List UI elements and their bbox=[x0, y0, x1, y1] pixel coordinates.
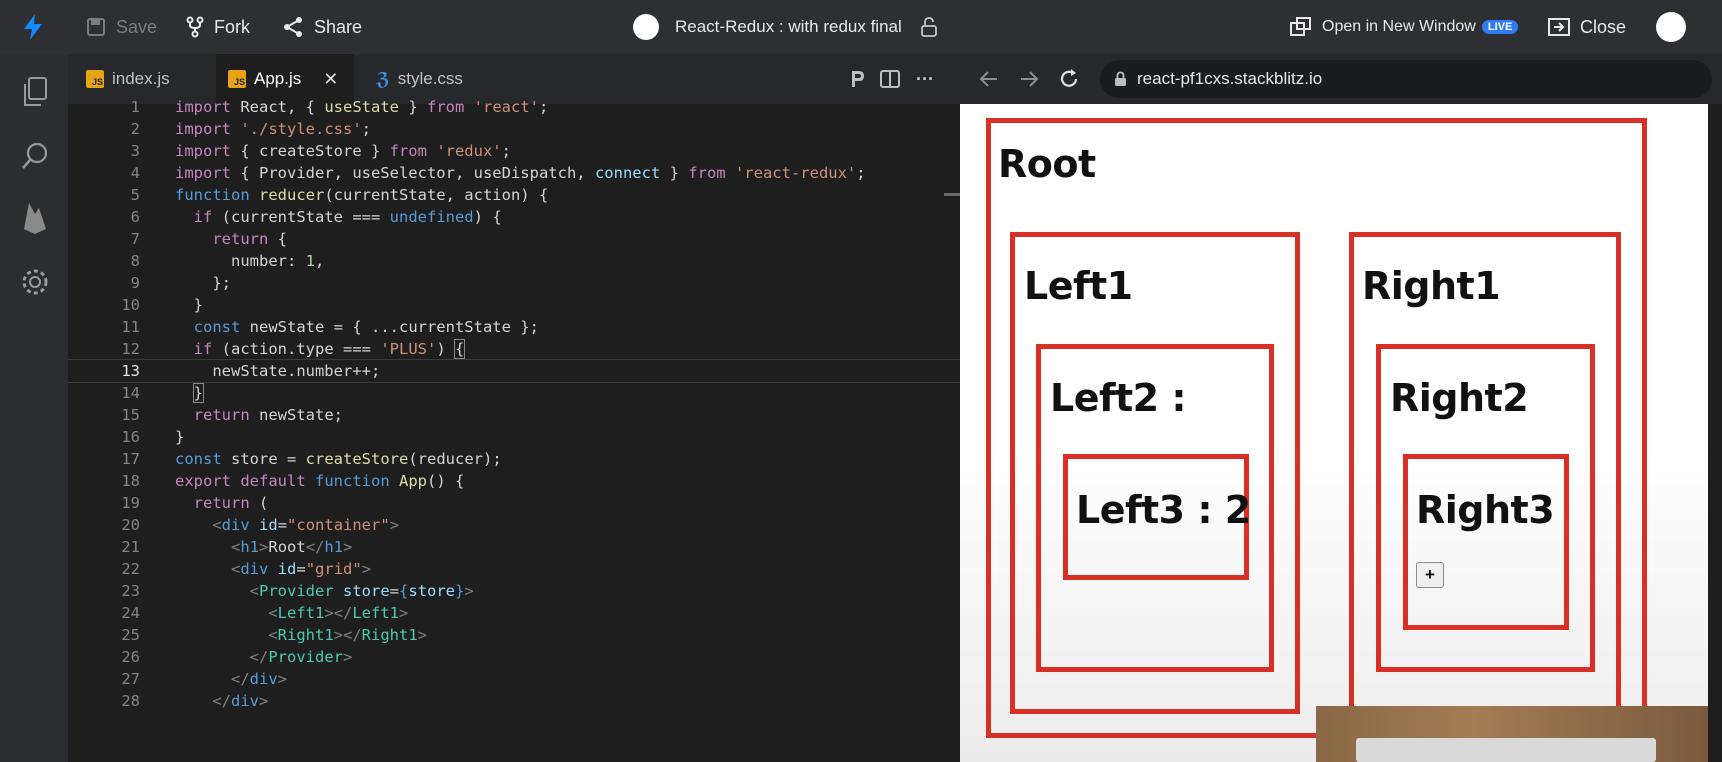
code-line: 25 <Right1></Right1> bbox=[121, 626, 428, 644]
save-button[interactable]: Save bbox=[86, 0, 157, 54]
code-line: 22 <div id="grid"> bbox=[121, 560, 372, 578]
app-preview: Root Left1 Left2 : Left3 : 2 Right1 Righ… bbox=[960, 104, 1708, 762]
activity-bar bbox=[0, 54, 68, 762]
code-line: 15 return newState; bbox=[121, 406, 343, 424]
left3-heading: Left3 : 2 bbox=[1076, 488, 1251, 532]
top-bar: Save Fork Share React-Redux : with redux… bbox=[0, 0, 1722, 54]
project-title-area: React-Redux : with redux final bbox=[633, 0, 938, 54]
close-preview-icon bbox=[1548, 18, 1570, 36]
open-new-window-label: Open in New Window bbox=[1322, 18, 1476, 35]
share-label: Share bbox=[314, 16, 363, 37]
fork-label: Fork bbox=[214, 16, 250, 37]
plus-button[interactable]: + bbox=[1416, 562, 1444, 588]
back-icon[interactable] bbox=[976, 66, 1002, 92]
code-line: 12 if (action.type === 'PLUS') { bbox=[121, 339, 466, 359]
save-label: Save bbox=[116, 16, 158, 37]
code-line: 27 </div> bbox=[121, 670, 288, 688]
tab-label: style.css bbox=[397, 69, 463, 88]
right3-container bbox=[1403, 454, 1569, 630]
unlock-icon[interactable] bbox=[920, 17, 938, 37]
code-line: 1 import React, { useState } from 'react'… bbox=[130, 98, 549, 116]
code-line: 17 const store = createStore(reducer); bbox=[121, 450, 502, 468]
live-badge: LIVE bbox=[1481, 20, 1519, 34]
stackblitz-logo-icon[interactable] bbox=[22, 0, 54, 54]
refresh-icon[interactable] bbox=[1056, 66, 1082, 92]
share-button[interactable]: Share bbox=[282, 0, 362, 54]
code-line: 8 number: 1, bbox=[130, 252, 325, 270]
save-icon bbox=[87, 18, 105, 36]
tab-label: index.js bbox=[112, 69, 170, 88]
left1-heading: Left1 bbox=[1024, 264, 1133, 308]
fork-button[interactable]: Fork bbox=[186, 0, 250, 54]
tab-label: App.js bbox=[254, 69, 302, 88]
lock-icon bbox=[1115, 71, 1126, 86]
share-icon bbox=[284, 17, 302, 37]
code-line: 10 } bbox=[121, 296, 203, 314]
code-line: 23 <Provider store={store}> bbox=[121, 582, 474, 600]
firebase-icon[interactable] bbox=[17, 200, 53, 236]
keyboard-image bbox=[1356, 738, 1656, 762]
code-line: 6 if (currentState === undefined) { bbox=[130, 208, 502, 226]
right3-heading: Right3 bbox=[1416, 488, 1555, 532]
open-new-window-button[interactable]: Open in New Window LIVE bbox=[1290, 0, 1519, 54]
root-heading: Root bbox=[998, 142, 1096, 186]
code-line: 9 }; bbox=[130, 274, 231, 292]
settings-icon[interactable] bbox=[17, 264, 53, 300]
code-line: 18 export default function App() { bbox=[121, 472, 465, 490]
code-line: 2 import './style.css'; bbox=[130, 120, 372, 138]
preview-toolbar: react-pf1cxs.stackblitz.io bbox=[960, 54, 1722, 104]
preview-scrollbar[interactable] bbox=[1708, 104, 1722, 762]
code-line: 4 import { Provider, useSelector, useDisp… bbox=[130, 164, 866, 182]
code-line: 3 import { createStore } from 'redux'; bbox=[130, 142, 511, 160]
code-line: 26 </Provider> bbox=[121, 648, 353, 666]
user-avatar[interactable] bbox=[1656, 0, 1686, 54]
code-line: 28 </div> bbox=[121, 692, 269, 710]
code-line: 14 } bbox=[121, 383, 205, 403]
code-line: 7 return { bbox=[130, 230, 287, 248]
files-icon[interactable] bbox=[17, 74, 53, 110]
code-line: 11 const newState = { ...currentState }; bbox=[121, 318, 539, 336]
project-owner-avatar[interactable] bbox=[633, 14, 659, 40]
fork-icon bbox=[186, 16, 204, 38]
code-line: 16} bbox=[121, 428, 185, 446]
right2-heading: Right2 bbox=[1390, 376, 1529, 420]
code-line: 5 function reducer(currentState, action) … bbox=[130, 186, 549, 204]
search-icon[interactable] bbox=[17, 138, 53, 174]
forward-icon[interactable] bbox=[1016, 66, 1042, 92]
editor-scroll-marker[interactable] bbox=[944, 193, 960, 196]
js-file-icon: JS bbox=[228, 70, 246, 88]
left2-heading: Left2 : bbox=[1050, 376, 1187, 420]
close-label: Close bbox=[1580, 16, 1627, 37]
project-title[interactable]: React-Redux : with redux final bbox=[675, 17, 902, 37]
code-line-current: 13 newState.number++; bbox=[68, 359, 960, 383]
url-text: react-pf1cxs.stackblitz.io bbox=[1137, 69, 1323, 88]
css-file-icon: ℨ bbox=[376, 68, 390, 89]
url-bar[interactable]: react-pf1cxs.stackblitz.io bbox=[1100, 60, 1712, 98]
close-button[interactable]: Close bbox=[1548, 0, 1626, 54]
code-editor[interactable]: 1 import React, { useState } from 'react'… bbox=[68, 98, 960, 762]
new-window-icon bbox=[1290, 17, 1311, 36]
code-line: 24 <Left1></Left1> bbox=[121, 604, 409, 622]
close-tab-icon[interactable]: ✕ bbox=[323, 69, 338, 90]
code-line: 21 <h1>Root</h1> bbox=[121, 538, 353, 556]
code-line: 19 return ( bbox=[121, 494, 269, 512]
js-file-icon: JS bbox=[86, 70, 104, 88]
right1-heading: Right1 bbox=[1362, 264, 1501, 308]
code-line: 20 <div id="container"> bbox=[121, 516, 400, 534]
